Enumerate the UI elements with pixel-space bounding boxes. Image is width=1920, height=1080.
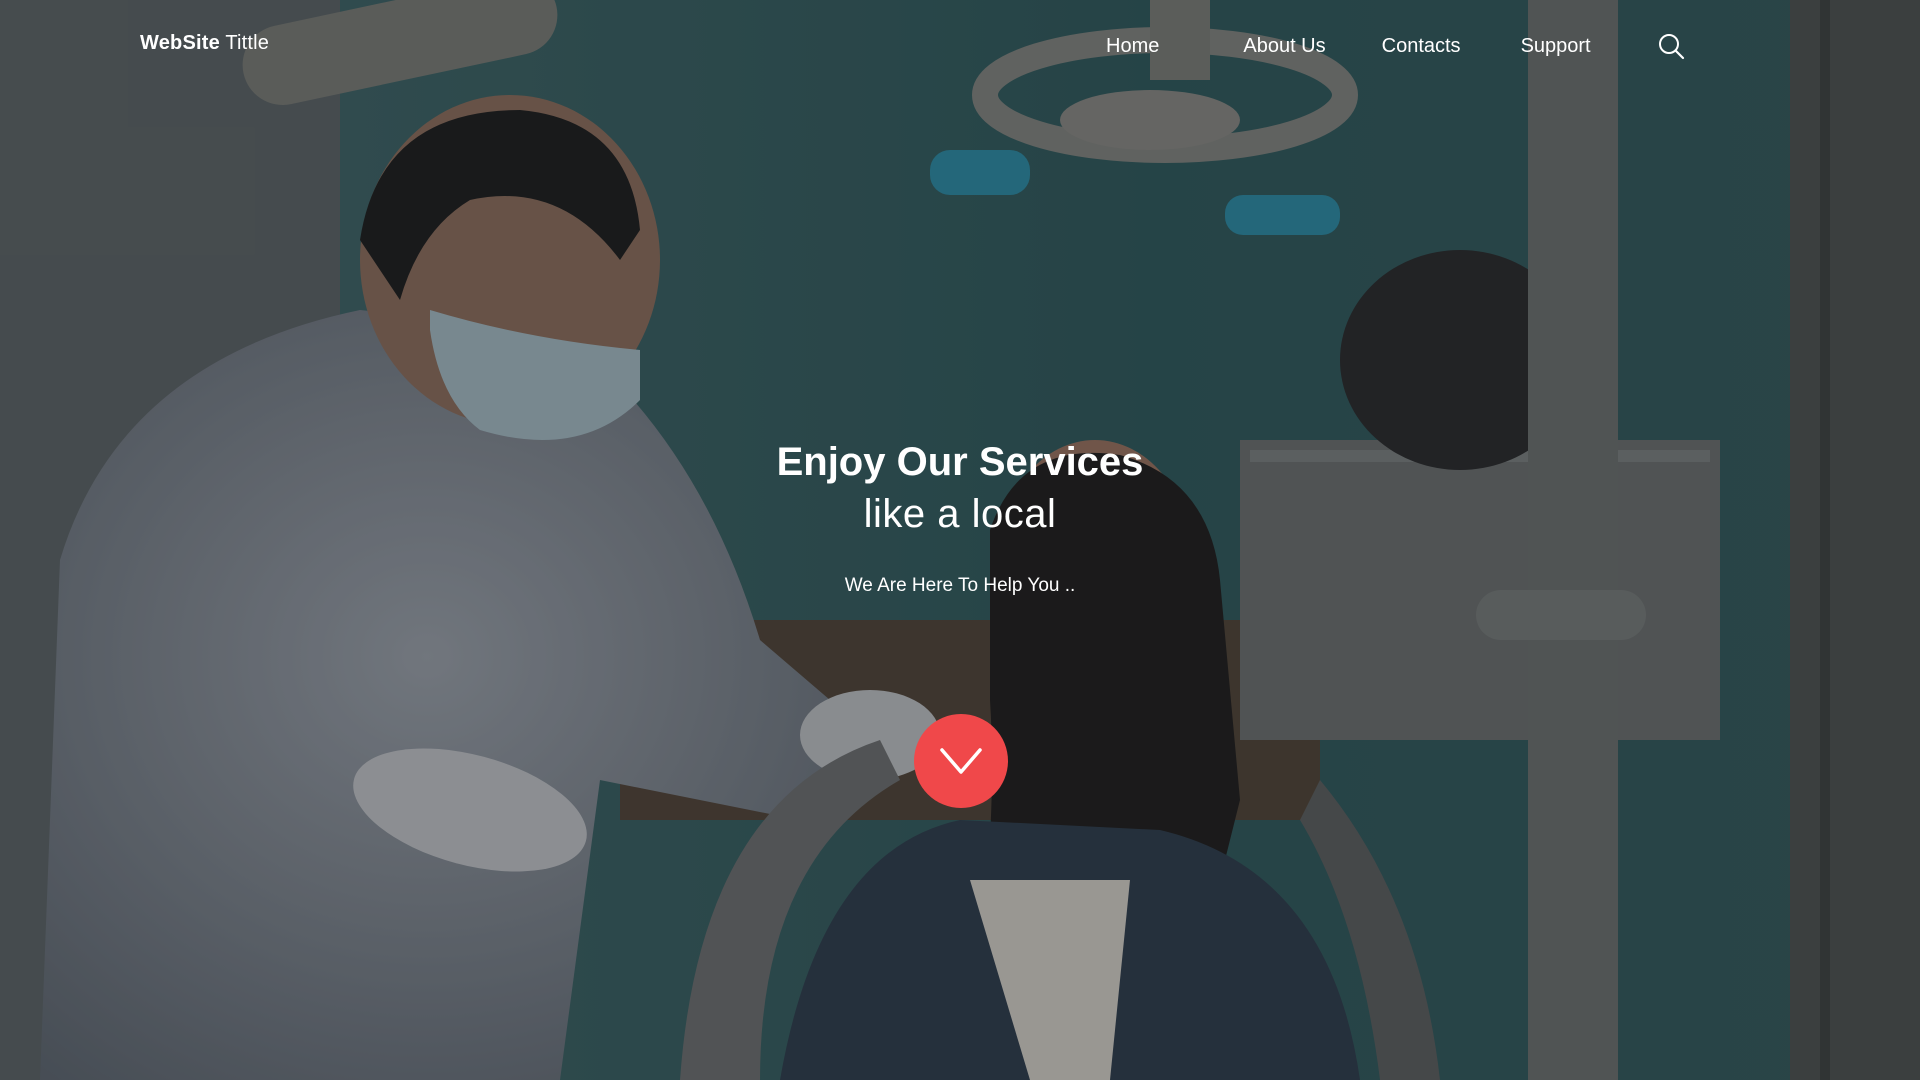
nav-links: Home About Us Contacts Support — [1106, 32, 1685, 60]
hero-subtitle: like a local — [863, 492, 1057, 536]
top-navbar: WebSite Tittle Home About Us Contacts Su… — [0, 0, 1920, 90]
scroll-down-button[interactable] — [914, 714, 1008, 808]
nav-link-home[interactable]: Home — [1106, 35, 1159, 58]
nav-link-contacts[interactable]: Contacts — [1382, 35, 1461, 58]
hero-tagline: We Are Here To Help You .. — [844, 575, 1076, 596]
hero-section: WebSite Tittle Home About Us Contacts Su… — [0, 0, 1920, 1080]
site-logo[interactable]: WebSite Tittle — [140, 32, 269, 55]
nav-link-about-us[interactable]: About Us — [1243, 35, 1325, 58]
search-icon[interactable] — [1657, 32, 1685, 60]
chevron-down-icon — [940, 748, 982, 774]
brand-name-strong: WebSite — [140, 32, 220, 54]
hero-content: Enjoy Our Services like a local We Are H… — [0, 436, 1920, 598]
brand-name-light: Tittle — [219, 32, 270, 54]
nav-link-support[interactable]: Support — [1521, 35, 1591, 58]
hero-title: Enjoy Our Services — [776, 440, 1144, 484]
